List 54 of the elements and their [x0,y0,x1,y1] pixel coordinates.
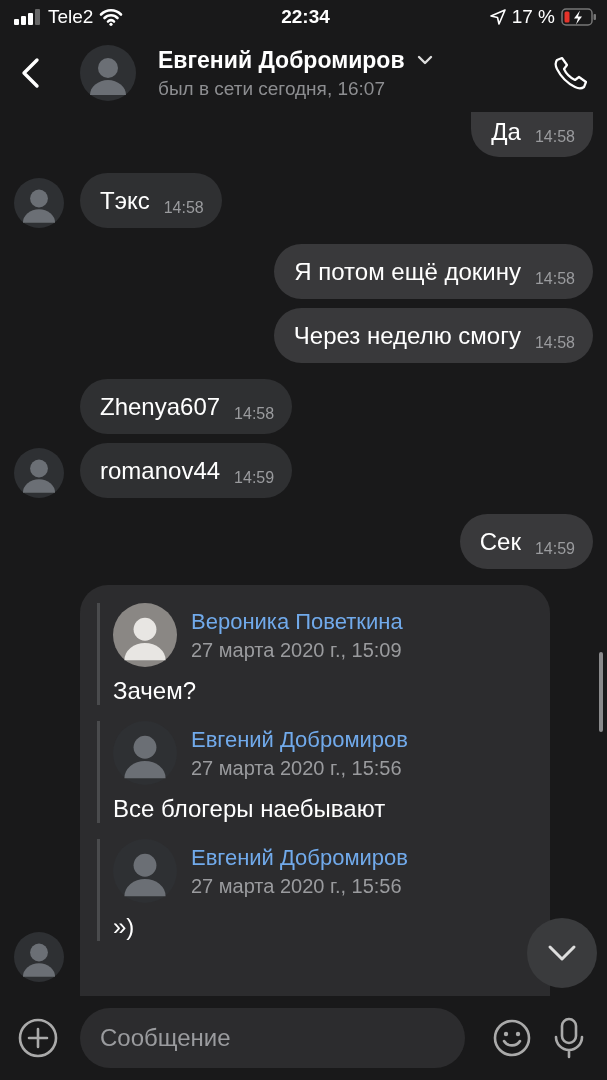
message-date: 27 марта 2020 г., 15:09 [191,638,403,662]
message-time: 14:58 [534,333,575,352]
location-icon [489,9,506,25]
message-bubble[interactable]: Тэкс 14:58 [80,173,222,228]
carrier-name: Tele2 [48,6,94,28]
forwarded-messages-card[interactable]: Вероника Поветкина 27 марта 2020 г., 15:09 Зачем? Евгений Добромиров 27 марта 2020 г., 15:56 Все блогеры наебывают Евгений Добромиров 27 марта 2020 г., 15:56 ») [80,585,550,996]
contact-name[interactable]: Евгений Добромиров [158,46,405,74]
message-text: Все блогеры наебывают [113,795,387,823]
avatar [113,603,177,667]
message-text: Тэкс [100,186,150,215]
microphone-icon[interactable] [553,1017,585,1059]
clock-time: 22:34 [281,6,330,28]
message-bubble[interactable]: romanov44 14:59 [80,443,293,498]
message-time: 14:59 [234,468,275,487]
avatar[interactable] [14,178,64,228]
avatar[interactable] [14,932,64,982]
message-time: 14:58 [163,198,204,217]
chevron-down-icon [547,944,577,962]
wifi-icon [99,8,124,26]
message-time: 14:59 [534,539,575,558]
message-time: 14:58 [234,404,275,423]
add-icon[interactable] [18,1018,58,1058]
sender-name[interactable]: Евгений Добромиров [191,844,408,871]
message-time: 14:58 [534,128,575,146]
message-date: 27 марта 2020 г., 15:56 [191,756,403,780]
message-bubble[interactable]: Zhenya607 14:58 [80,379,293,434]
message-text: ») [113,913,136,941]
message-input[interactable]: Сообщение [80,1008,465,1068]
message-text: Я потом ещё докину [294,257,521,286]
back-icon[interactable] [20,57,40,89]
last-seen-status: был в сети сегодня, 16:07 [158,77,386,100]
message-date: 27 марта 2020 г., 15:56 [191,874,403,898]
message-text: Да [491,118,521,146]
message-text: Зачем? [113,677,197,705]
emoji-icon[interactable] [493,1019,531,1057]
phone-icon[interactable] [553,55,589,91]
avatar[interactable] [14,448,64,498]
message-time: 14:58 [534,269,575,288]
message-text: Сек [479,527,521,556]
battery-icon [561,8,597,26]
scrollbar[interactable] [599,652,603,732]
message-bubble[interactable]: Сек 14:59 [459,514,593,569]
sender-name[interactable]: Вероника Поветкина [191,608,403,635]
message-text: romanov44 [100,456,221,485]
avatar[interactable] [80,45,136,101]
message-bubble[interactable]: Да 14:58 [471,112,593,157]
message-bubble[interactable]: Я потом ещё докину 14:58 [274,244,593,299]
message-text: Zhenya607 [100,392,221,421]
message-bubble[interactable]: Через неделю смогу 14:58 [273,308,593,363]
sender-name[interactable]: Евгений Добромиров [191,726,408,753]
chevron-down-icon[interactable] [416,55,433,65]
message-text: Через неделю смогу [293,321,521,350]
signal-icon [14,9,42,25]
battery-percent: 17 % [511,6,555,28]
